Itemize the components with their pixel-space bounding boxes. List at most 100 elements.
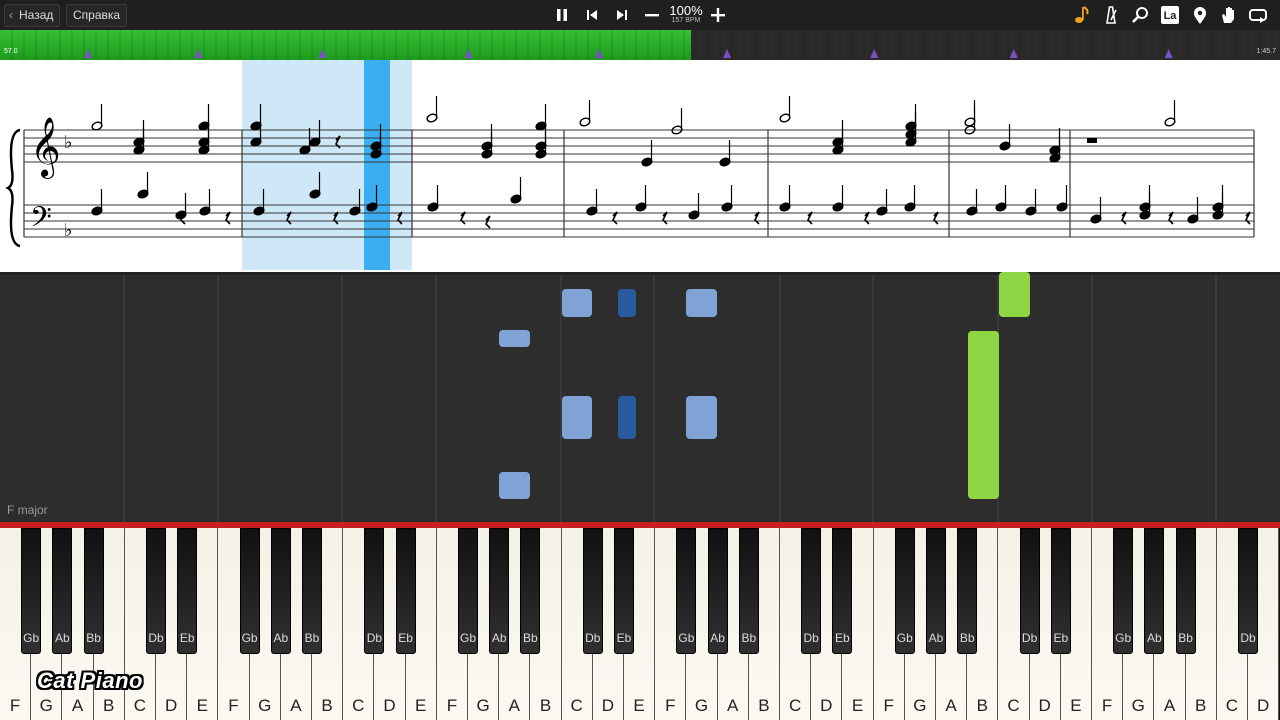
black-key[interactable]: Bb [738,528,759,654]
white-key-label: E [633,696,645,715]
black-key[interactable]: Bb [520,528,541,654]
black-key[interactable]: Db [1238,528,1258,654]
black-key-label: Ab [55,631,70,645]
falling-note [999,272,1030,317]
black-key-label: Eb [179,631,195,645]
black-key-label: Gb [459,631,476,645]
marker-icon[interactable] [1188,3,1212,27]
black-key-label: Bb [304,631,320,645]
falling-note [686,289,717,317]
la-icon[interactable]: La [1158,3,1182,27]
black-key[interactable]: Db [364,528,385,654]
loop-icon[interactable] [1246,3,1270,27]
hand-icon[interactable] [1217,3,1241,27]
black-key[interactable]: Ab [52,528,73,654]
white-key-label: A [727,696,739,715]
back-button[interactable]: ‹ Назад [4,4,61,27]
white-key-label: F [665,696,676,715]
white-key-label: C [570,696,583,715]
black-key-label: Eb [1053,631,1069,645]
metronome-icon[interactable] [1099,3,1123,27]
black-key[interactable]: Gb [1113,528,1134,654]
help-button[interactable]: Справка [66,4,128,27]
white-key-label: G [694,696,709,715]
black-key[interactable]: Db [146,528,166,654]
white-key-label: D [601,696,615,715]
sheet-music-staff: 𝄞 𝄢 ♭ ♭ [5,60,1255,270]
black-key[interactable]: Eb [614,528,634,654]
white-key-label: D [820,696,833,715]
white-key-label: G [913,696,927,715]
black-key[interactable]: Bb [957,528,978,654]
treble-clef: 𝄞 [30,117,61,179]
roll-top-edge [0,272,1280,275]
song-progress-bar[interactable] [0,30,1280,60]
playhead-cursor [364,60,390,270]
white-key-label: F [1101,696,1113,715]
white-key-label: B [758,696,770,715]
black-key-label: Ab [273,631,289,645]
previous-icon[interactable] [580,3,604,27]
chevron-left-icon: ‹ [9,8,13,22]
piano-keyboard[interactable]: FGABCDEFGABCDEFGABCDEFGABCDEFGABCDEFGABC… [0,522,1280,720]
falling-note [499,330,530,347]
black-key[interactable]: Bb [302,528,322,654]
black-key-label: Ab [491,631,507,645]
magnifier-icon[interactable] [1128,3,1152,27]
bass-flat: ♭ [64,220,73,241]
progress-markers [11,30,1273,60]
black-key[interactable]: Eb [1050,528,1071,654]
black-key-label: Db [585,631,601,645]
tempo-percent: 100% [669,3,703,18]
black-key[interactable]: Ab [1144,528,1165,654]
white-key-label: D [164,696,178,715]
white-key-label: C [133,696,147,715]
white-key-label: D [1038,696,1051,715]
rest-symbol [1245,211,1251,225]
black-key-label: Bb [523,631,538,645]
black-key[interactable]: Ab [707,528,728,654]
grand-staff-brace [5,128,21,248]
falling-note [968,331,999,499]
white-key-label: E [196,696,208,715]
section-marker-icon [723,49,732,58]
black-key[interactable]: Db [582,528,603,654]
white-key-label: A [945,696,957,715]
rest-symbol [864,211,870,225]
black-key[interactable]: Gb [21,528,42,654]
black-key[interactable]: Db [1019,528,1040,654]
black-key[interactable]: Gb [676,528,697,654]
black-key[interactable]: Gb [458,528,478,654]
black-key[interactable]: Bb [1175,528,1196,654]
current-time: 57.0 [4,48,18,55]
black-key[interactable]: Bb [83,528,104,654]
sheet-music[interactable]: 𝄞 𝄢 ♭ ♭ [0,60,1280,272]
rest-symbol [933,211,939,225]
black-key-label: Gb [896,631,913,645]
black-key[interactable]: Eb [832,528,853,654]
rest-symbol [807,211,813,225]
treble-flat: ♭ [64,132,73,153]
white-key-label: G [476,696,490,715]
black-key[interactable]: Db [801,528,822,654]
black-key[interactable]: Ab [270,528,291,654]
black-key[interactable]: Gb [239,528,260,654]
minus-icon[interactable] [640,3,664,27]
black-key[interactable]: Ab [489,528,510,654]
note-icon[interactable] [1070,3,1094,27]
black-key[interactable]: Ab [926,528,946,654]
black-key[interactable]: Eb [395,528,416,654]
white-key-label: B [1195,696,1207,715]
black-key[interactable]: Eb [177,528,198,654]
black-key[interactable]: Gb [894,528,915,654]
next-icon[interactable] [610,3,634,27]
pause-icon[interactable] [550,3,574,27]
white-key-label: E [1070,696,1082,715]
tempo-bpm: 157 BPM [671,17,701,24]
black-key-label: Gb [23,631,40,645]
white-key-label: C [352,696,365,715]
white-key-label: D [1256,696,1270,715]
black-key-label: Ab [710,631,725,645]
plus-icon[interactable] [706,3,730,27]
section-marker-icon [595,49,604,58]
